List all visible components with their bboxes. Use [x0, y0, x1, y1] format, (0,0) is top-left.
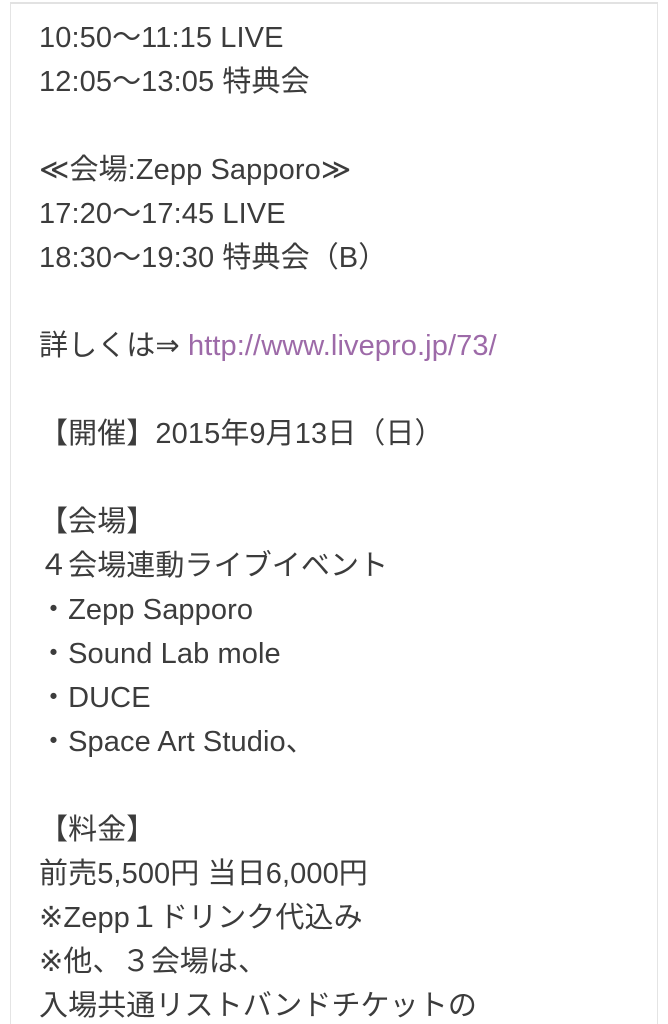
- schedule-live-1: 10:50〜11:15 LIVE: [39, 22, 284, 54]
- event-date: 【開催】2015年9月13日（日）: [39, 418, 444, 450]
- venue-section-heading: 【会場】: [39, 506, 156, 538]
- venue-item-3: ・DUCE: [39, 682, 151, 714]
- price-note-2: ※他、３会場は、: [39, 946, 268, 978]
- price-section-heading: 【料金】: [39, 814, 156, 846]
- schedule-tokutenkai-2: 18:30〜19:30 特典会（B）: [39, 242, 388, 274]
- venue-item-2: ・Sound Lab mole: [39, 638, 281, 670]
- schedule-tokutenkai-1: 12:05〜13:05 特典会: [39, 66, 310, 98]
- article-text-body: 10:50〜11:15 LIVE 12:05〜13:05 特典会 ≪会場:Zepp …: [11, 16, 657, 1024]
- article-container: 10:50〜11:15 LIVE 12:05〜13:05 特典会 ≪会場:Zepp …: [10, 4, 658, 1024]
- venue-item-1: ・Zepp Sapporo: [39, 594, 254, 626]
- price-amounts: 前売5,500円 当日6,000円: [39, 858, 368, 890]
- livepro-details-link[interactable]: http://www.livepro.jp/73/: [188, 330, 497, 362]
- price-note-1: ※Zepp１ドリンク代込み: [39, 902, 363, 934]
- price-note-3: 入場共通リストバンドチケットの: [39, 990, 477, 1022]
- details-link-line: 詳しくは⇒ http://www.livepro.jp/73/: [39, 330, 497, 362]
- venue-summary: ４会場連動ライブイベント: [39, 550, 389, 582]
- schedule-live-2: 17:20〜17:45 LIVE: [39, 198, 286, 230]
- venue-heading-zepp: ≪会場:Zepp Sapporo≫: [39, 154, 352, 186]
- page-root: 10:50〜11:15 LIVE 12:05〜13:05 特典会 ≪会場:Zepp …: [0, 0, 668, 1024]
- venue-item-4: ・Space Art Studio、: [39, 726, 315, 758]
